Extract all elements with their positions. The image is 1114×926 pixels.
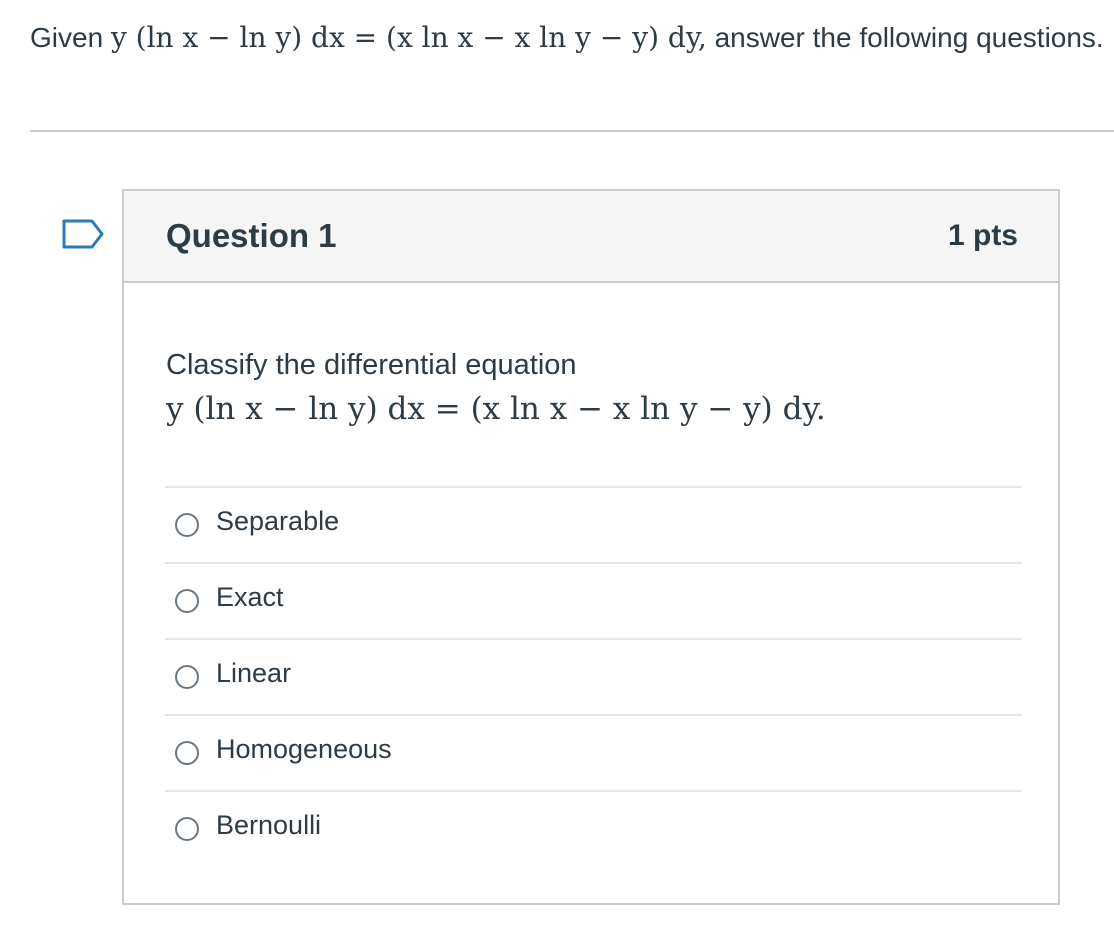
- intro-equation: y (ln x − ln y) dx = (x ln x − x ln y − …: [110, 21, 707, 54]
- question-title: Question 1: [166, 217, 337, 254]
- intro-text: Given y (ln x − ln y) dx = (x ln x − x l…: [30, 14, 1110, 62]
- radio-button-icon[interactable]: [175, 665, 199, 689]
- question-header: Question 1 1 pts: [124, 191, 1058, 283]
- answer-label[interactable]: Separable: [216, 506, 339, 537]
- question-text: Classify the differential equation y (ln…: [166, 343, 1026, 431]
- answer-option-bernoulli[interactable]: Bernoulli: [165, 790, 1022, 866]
- question-card: Question 1 1 pts Classify the differenti…: [122, 189, 1060, 905]
- radio-button-icon[interactable]: [175, 817, 199, 841]
- radio-button-icon[interactable]: [175, 513, 199, 537]
- answer-label[interactable]: Linear: [216, 658, 291, 689]
- question-points: 1 pts: [947, 219, 1018, 252]
- flag-icon: [62, 219, 104, 249]
- question-prompt: Classify the differential equation: [166, 349, 577, 381]
- section-divider: [30, 130, 1114, 132]
- answer-option-exact[interactable]: Exact: [165, 562, 1022, 638]
- answer-label[interactable]: Homogeneous: [216, 734, 392, 765]
- intro-suffix: answer the following questions.: [714, 22, 1104, 53]
- answer-label[interactable]: Bernoulli: [216, 810, 321, 841]
- question-equation: y (ln x − ln y) dx = (x ln x − x ln y − …: [166, 391, 826, 427]
- answer-option-homogeneous[interactable]: Homogeneous: [165, 714, 1022, 790]
- answer-option-linear[interactable]: Linear: [165, 638, 1022, 714]
- radio-button-icon[interactable]: [175, 589, 199, 613]
- intro-prefix: Given: [30, 22, 104, 53]
- answer-option-separable[interactable]: Separable: [165, 486, 1022, 562]
- flag-question-button[interactable]: [62, 219, 106, 249]
- answer-label[interactable]: Exact: [216, 582, 284, 613]
- radio-button-icon[interactable]: [175, 741, 199, 765]
- answer-list: Separable Exact Linear Homogeneous Berno…: [165, 486, 1022, 866]
